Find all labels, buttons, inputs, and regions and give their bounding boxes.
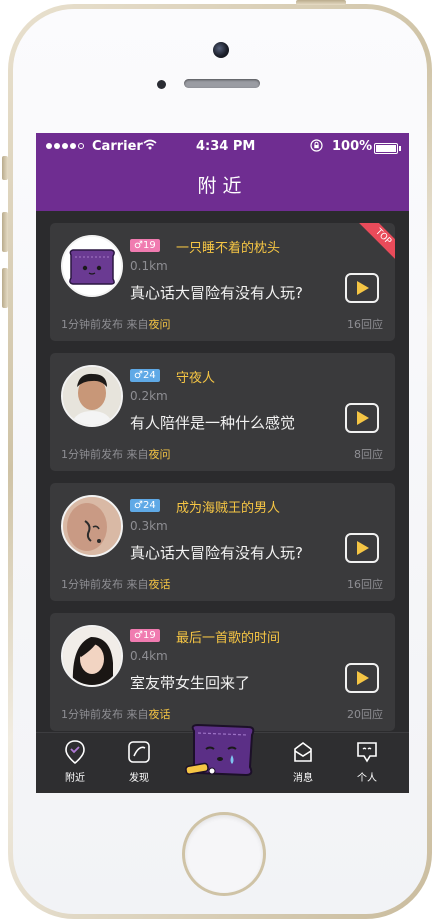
clock: 4:34 PM <box>196 139 256 154</box>
tab-discover[interactable]: 发现 <box>109 739 169 789</box>
tab-nearby[interactable]: 附近 <box>45 739 105 789</box>
post-meta: 1分钟前发布 来自夜问 <box>61 446 171 462</box>
profile-icon <box>357 742 377 763</box>
avatar[interactable] <box>61 235 123 297</box>
post-meta: 1分钟前发布 来自夜问 <box>61 316 171 332</box>
post-card[interactable]: ♂19 一只睡不着的枕头 0.1km 真心话大冒险有没有人玩? 1分钟前发布 来… <box>50 223 395 341</box>
post-title[interactable]: 有人陪伴是一种什么感觉 <box>130 412 295 433</box>
battery-percent: 100% <box>332 139 373 154</box>
avatar[interactable] <box>61 365 123 427</box>
gender-age-badge: ♂19 <box>130 629 160 642</box>
post-card[interactable]: ♂19 最后一首歌的时间 0.4km 室友带女生回来了 1分钟前发布 来自夜话 … <box>50 613 395 731</box>
nickname[interactable]: 守夜人 <box>176 367 215 386</box>
home-button[interactable] <box>182 812 266 896</box>
post-meta: 1分钟前发布 来自夜话 <box>61 576 171 592</box>
post-source[interactable]: 夜问 <box>149 448 171 461</box>
distance: 0.1km <box>130 259 168 273</box>
status-bar: Carrier 4:34 PM 100% <box>36 133 409 161</box>
discover-icon <box>128 741 150 763</box>
distance: 0.2km <box>130 389 168 403</box>
tab-label: 消息 <box>293 773 313 784</box>
pillow-icon <box>185 723 255 777</box>
user-photo-icon <box>63 497 121 555</box>
tab-profile[interactable]: 个人 <box>337 739 397 789</box>
nickname[interactable]: 一只睡不着的枕头 <box>176 237 280 256</box>
tab-label: 个人 <box>357 773 377 784</box>
front-camera <box>213 42 229 58</box>
volume-down-button <box>2 268 8 308</box>
post-title[interactable]: 真心话大冒险有没有人玩? <box>130 282 303 303</box>
user-photo-icon <box>63 627 121 685</box>
power-button <box>296 0 346 5</box>
distance: 0.3km <box>130 519 168 533</box>
volume-up-button <box>2 212 8 252</box>
gender-age-badge: ♂19 <box>130 239 160 252</box>
distance: 0.4km <box>130 649 168 663</box>
nickname[interactable]: 成为海贼王的男人 <box>176 497 280 516</box>
carrier-label: Carrier <box>92 139 143 154</box>
post-card[interactable]: ♂24 成为海贼王的男人 0.3km 真心话大冒险有没有人玩? 1分钟前发布 来… <box>50 483 395 601</box>
post-feed[interactable]: ♂19 一只睡不着的枕头 0.1km 真心话大冒险有没有人玩? 1分钟前发布 来… <box>36 211 409 732</box>
reply-count: 20回应 <box>347 708 383 721</box>
reply-count: 16回应 <box>347 318 383 331</box>
pillow-avatar-icon <box>63 237 121 295</box>
top-badge: TOP <box>356 223 395 264</box>
wifi-icon <box>143 139 157 153</box>
message-icon <box>294 742 312 762</box>
avatar[interactable] <box>61 625 123 687</box>
signal-icon <box>46 143 84 149</box>
nav-title: 附近 <box>36 161 409 211</box>
user-photo-icon <box>63 367 121 425</box>
mute-switch <box>2 156 8 180</box>
post-source[interactable]: 夜问 <box>149 318 171 331</box>
post-source[interactable]: 夜话 <box>149 578 171 591</box>
post-time: 1分钟前发布 来自 <box>61 708 149 721</box>
nickname[interactable]: 最后一首歌的时间 <box>176 627 280 646</box>
reply-count: 8回应 <box>354 448 383 461</box>
avatar[interactable] <box>61 495 123 557</box>
tab-label: 发现 <box>129 773 149 784</box>
post-time: 1分钟前发布 来自 <box>61 448 149 461</box>
play-icon[interactable] <box>345 533 379 563</box>
post-time: 1分钟前发布 来自 <box>61 318 149 331</box>
location-icon <box>65 740 85 765</box>
play-icon[interactable] <box>345 273 379 303</box>
reply-count: 16回应 <box>347 578 383 591</box>
gender-age-badge: ♂24 <box>130 369 160 382</box>
post-title[interactable]: 室友带女生回来了 <box>130 672 250 693</box>
tab-messages[interactable]: 消息 <box>273 739 333 789</box>
tab-bar: 附近 发现 消息 个人 <box>36 723 409 793</box>
tab-pillow[interactable] <box>184 721 262 787</box>
rotation-lock-icon <box>310 139 323 155</box>
tab-label: 附近 <box>65 773 85 784</box>
post-source[interactable]: 夜话 <box>149 708 171 721</box>
earpiece-speaker <box>184 79 260 88</box>
gender-age-badge: ♂24 <box>130 499 160 512</box>
app-screen: Carrier 4:34 PM 100% 附近 ♂19 一只睡不着的枕头 0.1… <box>36 133 409 793</box>
post-time: 1分钟前发布 来自 <box>61 578 149 591</box>
post-card[interactable]: ♂24 守夜人 0.2km 有人陪伴是一种什么感觉 1分钟前发布 来自夜问 8回… <box>50 353 395 471</box>
battery-icon <box>374 143 401 154</box>
play-icon[interactable] <box>345 663 379 693</box>
play-icon[interactable] <box>345 403 379 433</box>
proximity-sensor <box>157 80 166 89</box>
post-meta: 1分钟前发布 来自夜话 <box>61 706 171 722</box>
post-title[interactable]: 真心话大冒险有没有人玩? <box>130 542 303 563</box>
